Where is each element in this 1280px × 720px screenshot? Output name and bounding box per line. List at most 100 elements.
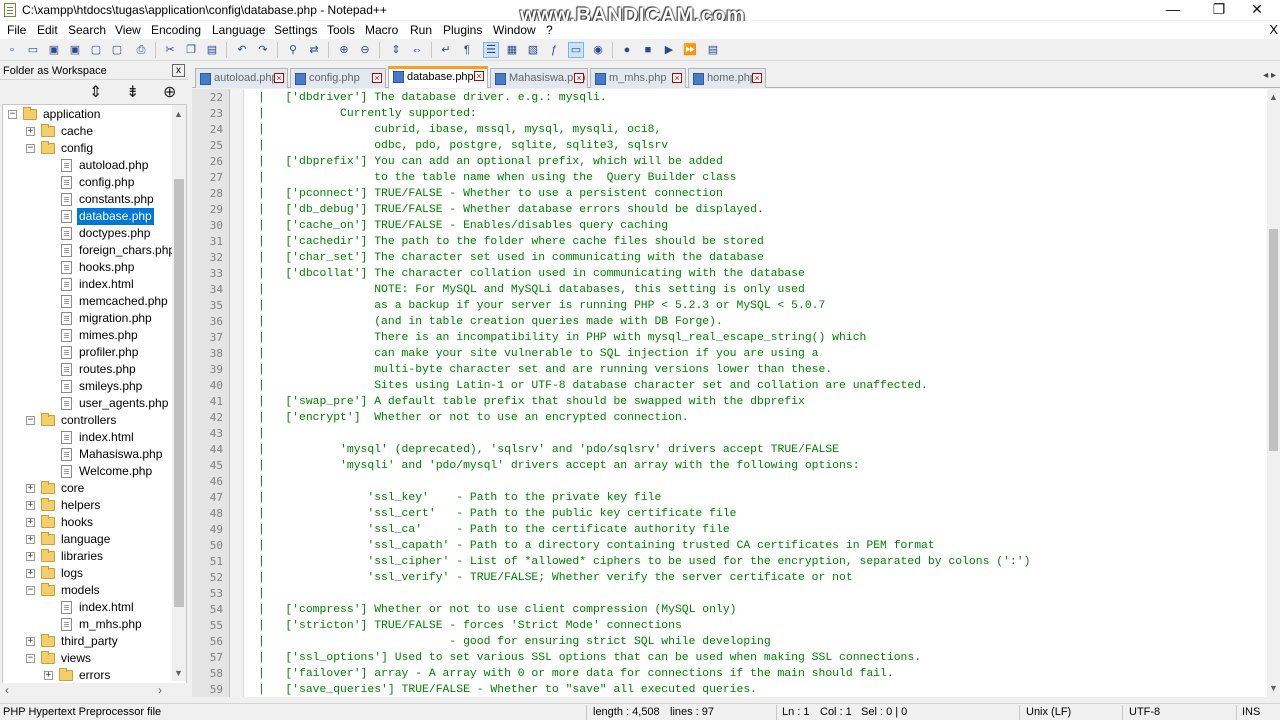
scroll-down-icon[interactable]: ▼ bbox=[1269, 683, 1278, 693]
zoom-in-icon[interactable]: ⊕ bbox=[336, 42, 352, 58]
expand-icon[interactable]: + bbox=[26, 637, 35, 646]
tree-file[interactable]: Mahasiswa.php bbox=[3, 446, 173, 463]
tab-close-icon[interactable]: × bbox=[274, 73, 284, 83]
show-all-characters-icon[interactable]: ¶ bbox=[459, 42, 475, 58]
tree-file[interactable]: smileys.php bbox=[3, 378, 173, 395]
collapse-all-icon[interactable]: ⇕ bbox=[89, 82, 102, 102]
tree-folder[interactable]: + core bbox=[3, 480, 173, 497]
menu-file[interactable]: File bbox=[7, 23, 26, 37]
tree-file[interactable]: migration.php bbox=[3, 310, 173, 327]
undo-icon[interactable]: ↶ bbox=[234, 42, 250, 58]
expand-icon[interactable]: + bbox=[26, 552, 35, 561]
tree-file[interactable]: config.php bbox=[3, 174, 173, 191]
tab-close-icon[interactable]: × bbox=[672, 73, 682, 83]
menu-run[interactable]: Run bbox=[410, 23, 432, 37]
tab-close-icon[interactable]: × bbox=[752, 73, 762, 83]
tree-file[interactable]: user_agents.php bbox=[3, 395, 173, 412]
tree-file[interactable]: foreign_chars.php bbox=[3, 242, 175, 259]
editor-vertical-scrollbar[interactable]: ▲ ▼ bbox=[1267, 89, 1280, 697]
scroll-right-icon[interactable]: › bbox=[158, 683, 162, 697]
tree-folder[interactable]: − controllers bbox=[3, 412, 173, 429]
record-macro-icon[interactable]: ● bbox=[619, 42, 635, 58]
scroll-up-icon[interactable]: ▲ bbox=[1269, 92, 1278, 102]
workspace-close-icon[interactable]: x bbox=[172, 64, 185, 77]
tree-folder[interactable]: − models bbox=[3, 582, 173, 599]
tree-folder[interactable]: + errors bbox=[3, 667, 173, 683]
tree-file[interactable]: Welcome.php bbox=[3, 463, 173, 480]
minimize-button[interactable]: — bbox=[1150, 0, 1196, 20]
code-editor[interactable]: 22 23 24 25 26 27 28 29 30 31 32 33 34 35 36 37 38 39 40 41… bbox=[192, 89, 1267, 697]
tree-file[interactable]: doctypes.php bbox=[3, 225, 173, 242]
collapse-icon[interactable]: − bbox=[26, 416, 35, 425]
tree-folder[interactable]: − config bbox=[3, 140, 173, 157]
expand-icon[interactable]: + bbox=[26, 501, 35, 510]
expand-icon[interactable]: + bbox=[26, 569, 35, 578]
sync-horizontal-icon[interactable]: ⇔ bbox=[409, 42, 425, 58]
tree-file[interactable]: database.php bbox=[3, 208, 173, 225]
collapse-icon[interactable]: − bbox=[26, 654, 35, 663]
tab-close-icon[interactable]: × bbox=[372, 73, 382, 83]
tree-folder[interactable]: − application bbox=[3, 106, 173, 123]
tree-scroll-thumb[interactable] bbox=[174, 179, 184, 607]
tree-horizontal-scrollbar[interactable]: ‹ › bbox=[2, 683, 187, 697]
tree-file[interactable]: memcached.php bbox=[3, 293, 173, 310]
tree-folder[interactable]: + libraries bbox=[3, 548, 173, 565]
folder-as-workspace-icon[interactable]: ▭ bbox=[568, 42, 584, 58]
tab-database-php[interactable]: database.php × bbox=[388, 66, 488, 88]
user-language-icon[interactable]: ▦ bbox=[504, 42, 520, 58]
play-macro-icon[interactable]: ▶ bbox=[661, 42, 677, 58]
tree-folder[interactable]: + helpers bbox=[3, 497, 173, 514]
menu-macro[interactable]: Macro bbox=[365, 23, 398, 37]
cut-icon[interactable]: ✂ bbox=[162, 42, 178, 58]
menu-help[interactable]: ? bbox=[546, 23, 553, 37]
tree-file[interactable]: routes.php bbox=[3, 361, 173, 378]
expand-icon[interactable]: + bbox=[26, 484, 35, 493]
close-all-icon[interactable]: ▢ bbox=[109, 42, 125, 58]
sync-vertical-icon[interactable]: ⇕ bbox=[388, 42, 404, 58]
tree-folder[interactable]: + cache bbox=[3, 123, 173, 140]
stop-recording-icon[interactable]: ■ bbox=[640, 42, 656, 58]
copy-icon[interactable]: ❐ bbox=[183, 42, 199, 58]
locate-current-file-icon[interactable]: ⊕ bbox=[163, 82, 176, 102]
menu-view[interactable]: View bbox=[115, 23, 141, 37]
save-macro-icon[interactable]: ▤ bbox=[705, 42, 721, 58]
tab-mahasiswa-php[interactable]: Mahasiswa.php × bbox=[490, 68, 588, 88]
collapse-icon[interactable]: − bbox=[26, 586, 35, 595]
new-file-icon[interactable]: ▫ bbox=[4, 42, 20, 58]
menu-encoding[interactable]: Encoding bbox=[151, 23, 201, 37]
tab-close-icon[interactable]: × bbox=[574, 73, 584, 83]
find-icon[interactable]: ⚲ bbox=[285, 42, 301, 58]
tree-file[interactable]: hooks.php bbox=[3, 259, 173, 276]
tab-config-php[interactable]: config.php × bbox=[290, 68, 386, 88]
close-button[interactable]: ✕ bbox=[1234, 0, 1280, 20]
menu-language[interactable]: Language bbox=[212, 23, 265, 37]
open-file-icon[interactable]: ▭ bbox=[25, 42, 41, 58]
paste-icon[interactable]: ▤ bbox=[204, 42, 220, 58]
save-icon[interactable]: ▣ bbox=[46, 42, 62, 58]
tree-folder[interactable]: + hooks bbox=[3, 514, 173, 531]
tab-m-mhs-php[interactable]: m_mhs.php × bbox=[590, 68, 686, 88]
expand-icon[interactable]: + bbox=[44, 671, 53, 680]
print-icon[interactable]: ⎙ bbox=[133, 42, 149, 58]
document-map-icon[interactable]: ▧ bbox=[525, 42, 541, 58]
tree-folder[interactable]: − views bbox=[3, 650, 173, 667]
menu-settings[interactable]: Settings bbox=[274, 23, 317, 37]
editor-scroll-thumb[interactable] bbox=[1269, 229, 1278, 451]
indent-guide-icon[interactable]: ☰ bbox=[483, 42, 499, 58]
tab-close-icon[interactable]: × bbox=[474, 71, 484, 81]
word-wrap-icon[interactable]: ↵ bbox=[438, 42, 454, 58]
menu-window[interactable]: Window bbox=[493, 23, 536, 37]
tab-home-php[interactable]: home.php × bbox=[688, 68, 766, 88]
replace-icon[interactable]: ⇄ bbox=[306, 42, 322, 58]
monitoring-icon[interactable]: ◉ bbox=[590, 42, 606, 58]
tree-file[interactable]: constants.php bbox=[3, 191, 173, 208]
tree-vertical-scrollbar[interactable]: ▲ ▼ bbox=[172, 105, 186, 681]
scroll-down-icon[interactable]: ▼ bbox=[174, 668, 183, 678]
menu-search[interactable]: Search bbox=[68, 23, 106, 37]
collapse-icon[interactable]: − bbox=[8, 110, 17, 119]
menu-tools[interactable]: Tools bbox=[327, 23, 355, 37]
close-document-icon[interactable]: X bbox=[1269, 22, 1278, 37]
close-file-icon[interactable]: ▢ bbox=[88, 42, 104, 58]
menu-plugins[interactable]: Plugins bbox=[443, 23, 482, 37]
tree-file[interactable]: index.html bbox=[3, 429, 173, 446]
